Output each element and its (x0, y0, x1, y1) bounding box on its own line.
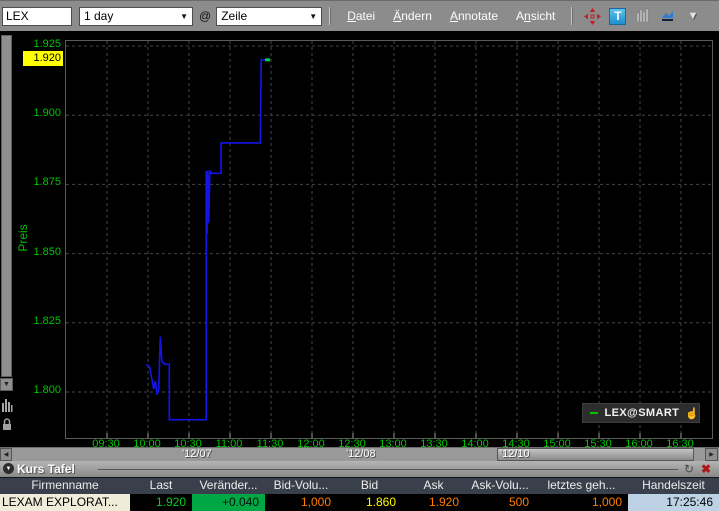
column-header-firmenname[interactable]: Firmenname (0, 478, 130, 494)
column-header-ask-volu[interactable]: Ask-Volu... (465, 478, 535, 494)
menu-annotate[interactable]: Annotate (450, 9, 498, 23)
column-header-handelszeit[interactable]: Handelszeit (628, 478, 719, 494)
column-header-bid-volu[interactable]: Bid-Volu... (265, 478, 337, 494)
cell-vol: 500 (465, 494, 535, 511)
table-body: LEXAM EXPLORAT...1.920+0.0401,0001.8601.… (0, 494, 719, 511)
bar-chart-icon (635, 8, 651, 24)
date-label: '12/10 (500, 448, 530, 460)
y-axis-tick-label: 1.900 (19, 107, 61, 119)
horizontal-scrollbar[interactable]: ◀ '12/07 '12/08 '12/10 ▶ (0, 447, 719, 461)
chevron-down-icon: ▼ (180, 12, 188, 21)
refresh-icon[interactable]: ↻ (684, 462, 694, 476)
vertical-scrollbar[interactable]: ▼ (0, 31, 14, 447)
main-toolbar: 1 day ▼ @ Zeile ▼ Datei Ändern Annotate Ans… (0, 0, 719, 31)
y-axis-tick-label: 1.800 (19, 384, 61, 396)
chart-style-dropdown[interactable]: Zeile ▼ (216, 7, 322, 26)
chart-type-button[interactable] (658, 7, 677, 26)
menu-aendern[interactable]: Ändern (393, 9, 432, 23)
column-header-ver-nder[interactable]: Veränder... (192, 478, 265, 494)
chevron-down-icon: ▼ (687, 10, 698, 22)
chart-legend[interactable]: LEX@SMART ☝ (582, 403, 700, 423)
column-header-ask[interactable]: Ask (402, 478, 465, 494)
area-chart-icon (661, 9, 675, 23)
price-chart-svg (66, 41, 712, 438)
divider (98, 469, 678, 470)
cell-time: 17:25:46 (628, 494, 719, 511)
text-tool-button[interactable]: T (608, 7, 627, 26)
pan-tool-button[interactable] (583, 7, 602, 26)
text-icon: T (609, 8, 626, 25)
vertical-scrollbar-thumb[interactable] (1, 35, 12, 377)
volume-bars-button[interactable] (1, 398, 13, 418)
menu-bar: Datei Ändern Annotate Ansicht (338, 7, 564, 25)
move-crosshair-icon (584, 8, 601, 25)
chart-panel: ▼ Preis 1.925 1.900 1.875 1.850 1.825 1.800 1… (0, 31, 719, 447)
scroll-left-button[interactable]: ◀ (0, 448, 12, 461)
y-axis-tick-label: 1.850 (19, 246, 61, 258)
horizontal-scrollbar-thumb[interactable]: '12/10 (497, 448, 694, 461)
table-row[interactable]: LEXAM EXPLORAT...1.920+0.0401,0001.8601.… (0, 494, 719, 511)
trading-app-window: 1 day ▼ @ Zeile ▼ Datei Ändern Annotate Ans… (0, 0, 719, 511)
lock-icon (1, 417, 13, 432)
cell-vol: 1,000 (265, 494, 337, 511)
symbol-input[interactable] (2, 7, 72, 26)
period-dropdown[interactable]: 1 day ▼ (79, 7, 193, 26)
column-header-last[interactable]: Last (130, 478, 192, 494)
date-label: '12/07 (182, 448, 212, 460)
date-label: '12/08 (346, 448, 376, 460)
close-icon[interactable]: ✖ (701, 462, 711, 476)
column-header-letztes-geh[interactable]: letztes geh... (535, 478, 628, 494)
chart-style-dropdown-value: Zeile (221, 9, 247, 23)
period-dropdown-value: 1 day (84, 9, 113, 23)
collapse-panel-button[interactable]: ▼ (3, 463, 14, 474)
panel-title: Kurs Tafel (17, 462, 75, 476)
cell-change: +0.040 (192, 494, 265, 511)
cell-vol: 1,000 (535, 494, 628, 511)
hand-icon: ☝ (685, 407, 699, 420)
price-line (146, 60, 266, 420)
bar-chart-tool-button[interactable] (633, 7, 652, 26)
current-price-tag: 1.920 (23, 51, 63, 66)
chevron-down-icon: ▼ (309, 12, 317, 21)
legend-line-sample (590, 412, 598, 414)
kurs-tafel-header: ▼ Kurs Tafel ↻ ✖ (0, 461, 719, 477)
cell-last: 1.920 (130, 494, 192, 511)
menu-datei[interactable]: Datei (347, 9, 375, 23)
legend-label: LEX@SMART (604, 407, 679, 419)
at-label: @ (199, 9, 211, 23)
toolbar-separator (571, 7, 573, 25)
triangle-left-icon: ◀ (4, 451, 9, 458)
table-header-row: FirmennameLastVeränder...Bid-Volu...BidA… (0, 477, 719, 494)
more-tools-button[interactable]: ▼ (683, 7, 702, 26)
y-axis-tick-label: 1.875 (19, 176, 61, 188)
triangle-right-icon: ▶ (709, 451, 714, 458)
bar-chart-icon (1, 398, 13, 413)
y-axis-tick-label: 1.825 (19, 315, 61, 327)
column-header-bid[interactable]: Bid (337, 478, 402, 494)
chart-plot-area[interactable]: LEX@SMART ☝ (65, 40, 713, 439)
cell-name: LEXAM EXPLORAT... (0, 494, 130, 511)
cell-ask: 1.920 (402, 494, 465, 511)
scroll-down-button[interactable]: ▼ (0, 378, 13, 391)
menu-ansicht[interactable]: Ansicht (516, 9, 555, 23)
scroll-right-button[interactable]: ▶ (705, 448, 718, 461)
triangle-down-icon: ▼ (3, 381, 10, 388)
y-axis-tick-label: 1.925 (19, 38, 61, 50)
y-axis-title: Preis (16, 208, 30, 268)
toolbar-separator (329, 7, 331, 25)
axis-lock-button[interactable] (1, 417, 13, 437)
last-price-marker (265, 58, 270, 61)
triangle-down-icon: ▼ (6, 466, 12, 472)
cell-bid: 1.860 (337, 494, 402, 511)
